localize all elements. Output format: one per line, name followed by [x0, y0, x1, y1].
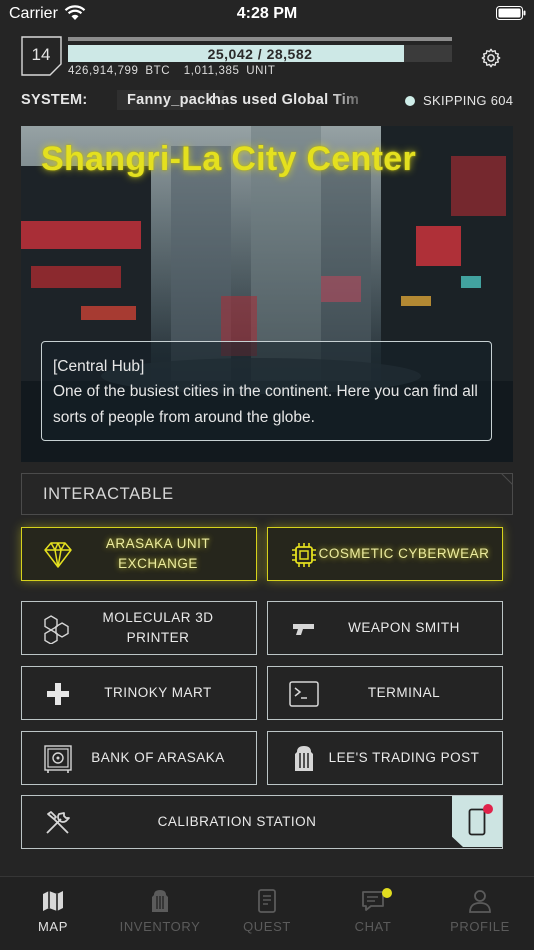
map-icon — [43, 891, 63, 911]
currency-readout: 426,914,799 BTC 1,011,385 UNIT — [68, 65, 275, 77]
action-label: TERMINAL — [367, 685, 441, 700]
clock: 4:28 PM — [236, 5, 298, 22]
molecular-3d-printer-button[interactable]: MOLECULAR 3D PRINTER — [21, 601, 257, 655]
unit-balance: 1,011,385 UNIT — [183, 65, 276, 77]
person-icon — [469, 890, 491, 913]
level-badge[interactable]: 14 — [21, 36, 63, 76]
tab-label: CHAT — [354, 919, 392, 934]
phone-shortcut-button[interactable] — [452, 796, 502, 847]
notification-dot — [483, 804, 493, 814]
section-title: INTERACTABLE — [43, 485, 174, 503]
ticker-username[interactable]: Fanny_pack — [117, 90, 224, 110]
bank-of-arasaka-button[interactable]: BANK OF ARASAKA — [21, 731, 257, 785]
tab-bar: MAP INVENTORY QUEST CHAT PROFILE — [0, 876, 534, 950]
ticker-fade — [330, 88, 372, 114]
action-label: CALIBRATION STATION — [157, 814, 317, 829]
status-bar: Carrier 4:28 PM — [0, 0, 534, 30]
action-label: COSMETIC CYBERWEAR — [318, 546, 490, 561]
lees-trading-post-button[interactable]: LEE'S TRADING POST — [267, 731, 503, 785]
action-label: TRINOKY MART — [104, 685, 212, 700]
notebook-icon — [258, 889, 276, 913]
weapon-smith-button[interactable]: WEAPON SMITH — [267, 601, 503, 655]
skip-indicator[interactable]: SKIPPING 604 — [405, 93, 513, 108]
tab-label: INVENTORY — [119, 919, 201, 934]
trinoky-mart-button[interactable]: TRINOKY MART — [21, 666, 257, 720]
location-description: One of the busiest cities in the contine… — [53, 383, 478, 426]
btc-balance: 426,914,799 BTC — [68, 65, 171, 77]
system-ticker: SYSTEM: Fanny_pack has used Global Tim — [21, 90, 371, 112]
tab-quest[interactable]: QUEST — [214, 877, 320, 950]
xp-track-line — [68, 37, 452, 41]
tab-chat[interactable]: CHAT — [320, 877, 426, 950]
tab-profile[interactable]: PROFILE — [427, 877, 533, 950]
skip-dot-icon — [405, 96, 415, 106]
tab-label: PROFILE — [450, 919, 510, 934]
chat-notification-dot — [382, 888, 392, 898]
location-banner: Shangri-La City Center [Central Hub] One… — [21, 126, 513, 462]
tab-map[interactable]: MAP — [0, 877, 106, 950]
location-description-box: [Central Hub] One of the busiest cities … — [41, 341, 492, 441]
action-label: ARASAKA UNIT EXCHANGE — [105, 536, 211, 571]
tab-inventory[interactable]: INVENTORY — [107, 877, 213, 950]
action-label: LEE'S TRADING POST — [328, 750, 480, 765]
interactable-section-header: INTERACTABLE — [21, 473, 513, 515]
battery-icon — [496, 6, 526, 20]
location-tag: [Central Hub] — [53, 358, 145, 375]
xp-text: 25,042 / 28,582 — [207, 46, 313, 62]
level-number: 14 — [31, 45, 51, 64]
action-label: WEAPON SMITH — [348, 620, 460, 635]
cosmetic-cyberwear-button[interactable]: COSMETIC CYBERWEAR — [267, 527, 503, 581]
backpack-icon — [152, 890, 168, 912]
terminal-button[interactable]: TERMINAL — [267, 666, 503, 720]
calibration-station-button[interactable]: CALIBRATION STATION — [21, 795, 503, 849]
skip-text: SKIPPING 604 — [423, 93, 514, 108]
tab-label: MAP — [38, 919, 68, 934]
tab-label: QUEST — [243, 919, 291, 934]
location-title: Shangri-La City Center — [41, 140, 416, 178]
xp-progress-bar: 25,042 / 28,582 — [68, 45, 452, 62]
action-label: BANK OF ARASAKA — [91, 750, 225, 765]
gear-icon[interactable] — [480, 47, 502, 69]
ticker-system-label: SYSTEM: — [21, 92, 88, 108]
arasaka-unit-exchange-button[interactable]: ARASAKA UNIT EXCHANGE — [21, 527, 257, 581]
action-label: MOLECULAR 3D PRINTER — [102, 610, 214, 645]
